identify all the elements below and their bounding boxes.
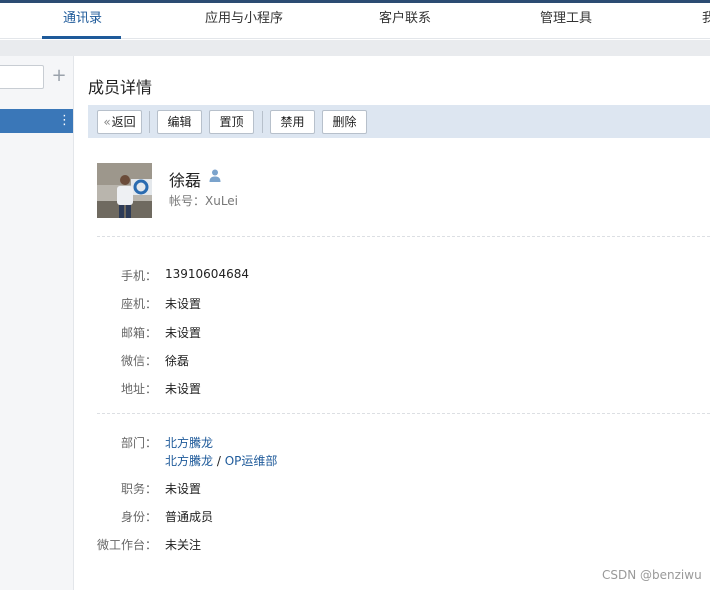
identity-value: 普通成员 [165, 510, 214, 524]
active-tab-underline [42, 36, 121, 39]
wechat-value: 徐磊 [165, 354, 190, 368]
mobile-value: 13910604684 [165, 267, 249, 281]
page-title: 成员详情 [88, 78, 153, 97]
section-divider [97, 413, 710, 414]
avatar [97, 163, 152, 218]
tab-customer-contact[interactable]: 客户联系 [379, 3, 431, 39]
department-path: 北方騰龙 / OP运维部 [165, 452, 277, 469]
header-band [0, 40, 710, 56]
tab-apps[interactable]: 应用与小程序 [205, 3, 283, 39]
search-input[interactable] [0, 65, 44, 89]
workbench-label: 微工作台： [96, 538, 157, 552]
department-path-sub-link[interactable]: OP运维部 [225, 454, 278, 468]
title-label: 职务： [120, 482, 157, 496]
main-panel: 成员详情 «返回 编辑 置顶 禁用 删除 徐磊 帐号：XuLei 手机： 139… [75, 56, 710, 590]
email-label: 邮箱： [120, 326, 157, 340]
avatar-photo [97, 163, 152, 218]
address-label: 地址： [120, 382, 157, 396]
tab-management-tools[interactable]: 管理工具 [540, 3, 592, 39]
sidebar-item-selected-dept[interactable]: ⋮ [0, 109, 73, 133]
tab-contacts[interactable]: 通讯录 [63, 3, 102, 39]
department-path-separator: / [213, 454, 225, 468]
top-nav: 通讯录 应用与小程序 客户联系 管理工具 我 [0, 3, 710, 39]
account-id: 帐号：XuLei [169, 194, 239, 208]
department-link[interactable]: 北方騰龙 [165, 436, 213, 450]
toolbar-separator [262, 111, 263, 133]
double-chevron-left-icon: « [103, 115, 111, 129]
wechat-label: 微信： [120, 354, 157, 368]
department-value: 北方騰龙 [165, 434, 213, 451]
pin-button[interactable]: 置顶 [209, 110, 254, 134]
mobile-label: 手机： [120, 269, 157, 283]
workbench-value: 未关注 [165, 538, 202, 552]
department-label: 部门： [120, 436, 157, 450]
section-divider [97, 236, 710, 237]
member-name: 徐磊 [169, 171, 202, 190]
phone-value: 未设置 [165, 297, 202, 311]
sidebar: + ⋮ [0, 56, 74, 590]
title-value: 未设置 [165, 482, 202, 496]
add-button[interactable]: + [51, 65, 67, 89]
back-button-label: 返回 [111, 115, 136, 129]
department-path-root-link[interactable]: 北方騰龙 [165, 454, 213, 468]
disable-button[interactable]: 禁用 [270, 110, 315, 134]
edit-button[interactable]: 编辑 [157, 110, 202, 134]
tab-me[interactable]: 我 [702, 3, 710, 39]
phone-label: 座机： [120, 297, 157, 311]
watermark: CSDN @benziwu [602, 568, 702, 582]
email-value: 未设置 [165, 326, 202, 340]
toolbar-separator [149, 111, 150, 133]
toolbar: «返回 编辑 置顶 禁用 删除 [88, 105, 710, 138]
delete-button[interactable]: 删除 [322, 110, 367, 134]
back-button[interactable]: «返回 [97, 110, 142, 134]
address-value: 未设置 [165, 382, 202, 396]
person-icon [209, 169, 221, 182]
more-icon[interactable]: ⋮ [58, 109, 71, 133]
identity-label: 身份： [120, 510, 157, 524]
